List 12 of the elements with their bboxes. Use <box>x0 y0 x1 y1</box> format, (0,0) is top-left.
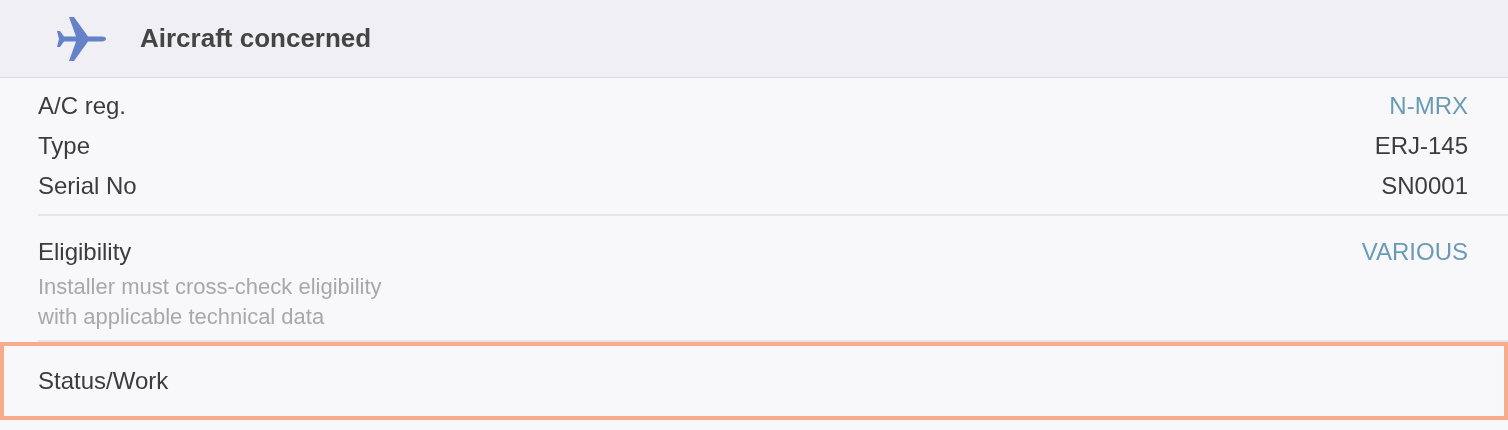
field-label: Type <box>38 131 91 161</box>
field-value: ERJ-145 <box>1374 131 1468 161</box>
field-value: SN0001 <box>1381 171 1468 201</box>
field-label: Eligibility <box>38 237 132 267</box>
value-link[interactable]: VARIOUS <box>1361 234 1468 270</box>
eligibility-note: Installer must cross-check eligibility with applicable technical data <box>38 273 383 331</box>
field-label: Serial No <box>38 171 137 201</box>
airplane-icon <box>56 15 108 62</box>
value-link[interactable]: N-MRX <box>1389 88 1468 124</box>
field-label: A/C reg. <box>38 91 127 121</box>
status-row[interactable]: Status/Work <box>0 342 1508 420</box>
section-title: Aircraft concerned <box>140 22 372 55</box>
